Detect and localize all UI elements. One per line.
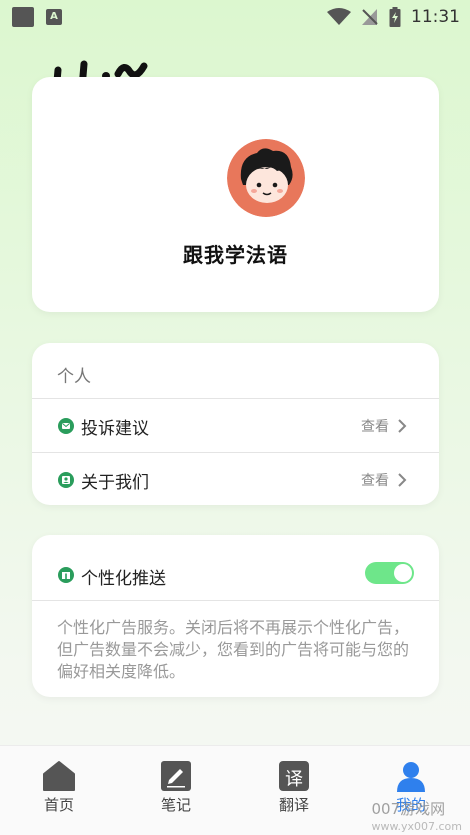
translate-glyph: 译 <box>285 769 303 790</box>
note-icon <box>161 761 191 791</box>
status-time: 11:31 <box>411 7 460 27</box>
personalized-ad-card: 个性化推送 个性化广告服务。关闭后将不再展示个性化广告，但广告数量不会减少，您看… <box>32 535 439 697</box>
wifi-icon <box>327 8 351 25</box>
tab-home[interactable]: 首页 <box>19 760 99 815</box>
toggle-knob <box>394 564 412 582</box>
home-icon <box>43 761 75 791</box>
personal-section-card: 个人 投诉建议 查看 关于我们 查看 <box>32 343 439 505</box>
no-signal-icon <box>362 9 378 25</box>
personalized-ad-description: 个性化广告服务。关闭后将不再展示个性化广告，但广告数量不会减少，您看到的广告将可… <box>57 618 410 681</box>
chevron-right-icon <box>398 473 407 487</box>
watermark-text: 007游戏网 <box>371 800 446 818</box>
gift-icon <box>58 567 74 583</box>
mail-icon <box>58 418 74 434</box>
about-us-row[interactable]: 关于我们 查看 <box>32 453 439 507</box>
avatar[interactable] <box>227 139 305 217</box>
contact-icon <box>58 472 74 488</box>
status-bar: A 11:31 <box>0 0 470 34</box>
tab-notes[interactable]: 笔记 <box>136 760 216 815</box>
complaint-view-link[interactable]: 查看 <box>361 416 389 436</box>
complaint-suggestion-row[interactable]: 投诉建议 查看 <box>32 399 439 453</box>
complaint-suggestion-label: 投诉建议 <box>81 419 149 439</box>
user-icon <box>397 762 425 792</box>
watermark: 007游戏网 www.yx007.com <box>372 798 462 833</box>
about-view-link[interactable]: 查看 <box>361 470 389 490</box>
tab-home-label: 首页 <box>43 796 74 814</box>
chevron-right-icon <box>398 419 407 433</box>
app-notification-icon: A <box>46 9 62 25</box>
status-icons: 11:31 <box>327 4 460 30</box>
tab-notes-label: 笔记 <box>160 796 191 814</box>
notification-icon <box>12 7 34 27</box>
personalized-push-label: 个性化推送 <box>81 569 166 589</box>
tab-translate-label: 翻译 <box>278 796 309 814</box>
personalized-push-toggle[interactable] <box>365 562 414 584</box>
personal-section-title: 个人 <box>57 367 91 387</box>
divider <box>32 600 439 601</box>
username: 跟我学法语 <box>183 243 288 267</box>
tab-translate[interactable]: 译 翻译 <box>254 760 334 815</box>
profile-card: 跟我学法语 <box>32 77 439 312</box>
battery-icon <box>389 7 401 27</box>
watermark-url: www.yx007.com <box>371 820 462 833</box>
about-us-label: 关于我们 <box>81 473 149 493</box>
